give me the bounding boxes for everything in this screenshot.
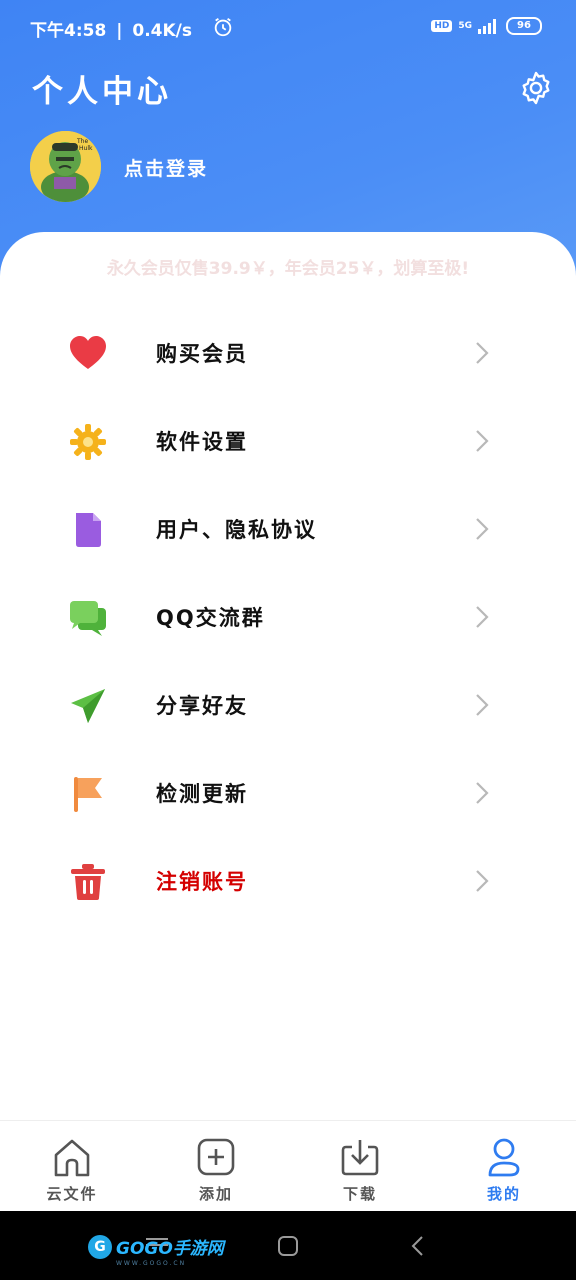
chevron-right-icon: [476, 518, 489, 540]
menu-item-settings[interactable]: 软件设置: [0, 396, 576, 484]
menu-item-label: QQ交流群: [156, 606, 265, 630]
menu-item-label: 购买会员: [156, 342, 248, 366]
gear-icon[interactable]: [518, 70, 554, 106]
menu-item-label: 用户、隐私协议: [156, 518, 317, 542]
chevron-right-icon: [476, 782, 489, 804]
signal-icon: [478, 19, 496, 34]
add-icon: [197, 1138, 235, 1176]
gogo-logo-icon: G: [88, 1234, 112, 1259]
status-time: 下午4:58 | 0.4K/s: [30, 21, 192, 41]
menu-list: 购买会员 软件设置 用户、隐私协议 QQ交流群 分享好友 检测更新 注销账号: [0, 308, 576, 924]
avatar[interactable]: The Hulk: [30, 131, 101, 202]
download-icon: [341, 1140, 379, 1176]
chevron-right-icon: [476, 870, 489, 892]
menu-item-check-update[interactable]: 检测更新: [0, 748, 576, 836]
menu-item-privacy[interactable]: 用户、隐私协议: [0, 484, 576, 572]
hulk-avatar-icon: The Hulk: [30, 131, 101, 202]
bottom-tab-bar: 云文件 添加 下载 我的: [0, 1120, 576, 1212]
home-icon: [54, 1139, 90, 1177]
promo-banner: 永久会员仅售39.9￥，年会员25￥，划算至极!: [106, 259, 470, 279]
menu-item-label: 注销账号: [156, 870, 248, 894]
system-nav-bar: [0, 1211, 576, 1280]
chat-icon: [70, 601, 106, 636]
network-speed: 0.4K/s: [132, 21, 192, 41]
page-title: 个人中心: [32, 74, 172, 110]
menu-item-label: 检测更新: [156, 782, 248, 806]
battery-icon: 96: [506, 17, 542, 35]
svg-text:The: The: [76, 138, 88, 145]
status-bar: 下午4:58 | 0.4K/s HD 5G 96: [0, 0, 576, 54]
hd-badge: HD: [431, 20, 453, 32]
trash-icon: [71, 864, 105, 900]
chevron-right-icon: [476, 606, 489, 628]
send-icon: [71, 689, 105, 723]
watermark-logo: G GOGO手游网: [88, 1234, 224, 1259]
menu-item-buy-vip[interactable]: 购买会员: [0, 308, 576, 396]
menu-item-label: 软件设置: [156, 430, 248, 454]
menu-item-delete-account[interactable]: 注销账号: [0, 836, 576, 924]
network-type: 5G: [458, 21, 472, 31]
menu-item-label: 分享好友: [156, 694, 248, 718]
watermark-url: WWW.GOGO.CN: [116, 1260, 187, 1267]
tab-mine[interactable]: 我的: [432, 1121, 576, 1212]
menu-item-qq-group[interactable]: QQ交流群: [0, 572, 576, 660]
document-icon: [76, 513, 101, 547]
menu-item-share[interactable]: 分享好友: [0, 660, 576, 748]
sun-gear-icon: [70, 424, 106, 460]
chevron-right-icon: [476, 430, 489, 452]
status-right-icons: HD 5G 96: [431, 17, 542, 35]
alarm-clock-icon: [214, 17, 232, 37]
chevron-right-icon: [476, 694, 489, 716]
svg-text:Hulk: Hulk: [79, 145, 93, 152]
tab-add[interactable]: 添加: [144, 1121, 288, 1212]
tab-cloud-files[interactable]: 云文件: [0, 1121, 144, 1212]
heart-icon: [70, 336, 106, 369]
user-icon: [488, 1138, 520, 1177]
tab-download[interactable]: 下载: [288, 1121, 432, 1212]
home-button-icon[interactable]: [277, 1235, 299, 1257]
back-icon[interactable]: [410, 1235, 426, 1257]
flag-icon: [74, 777, 102, 812]
chevron-right-icon: [476, 342, 489, 364]
login-link[interactable]: 点击登录: [124, 154, 208, 181]
